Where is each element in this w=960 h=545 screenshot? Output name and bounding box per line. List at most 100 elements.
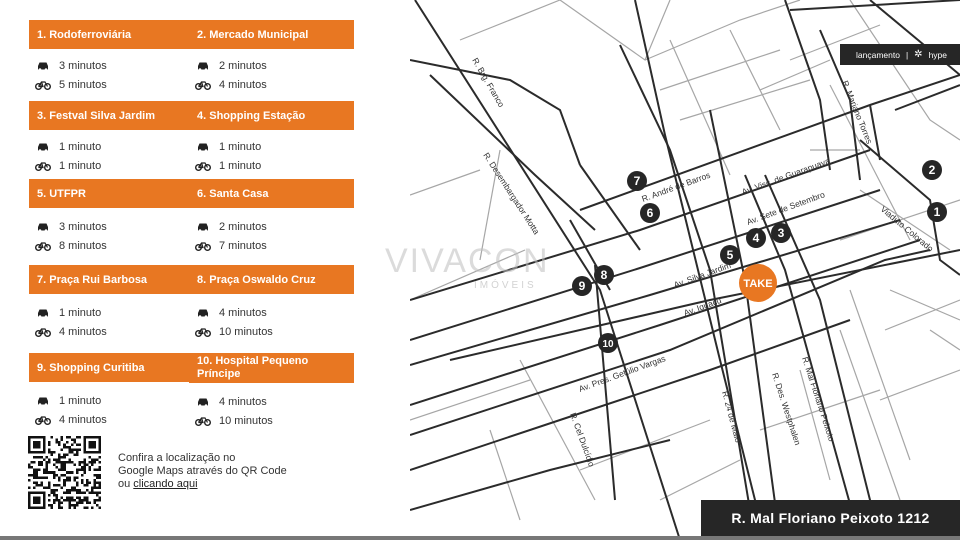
car-time-label: 1 minuto: [219, 140, 262, 153]
destination-card: 3. Festval Silva Jardim 1 minuto 1 minut…: [29, 101, 194, 175]
car-time: 4 minutos: [189, 303, 354, 322]
map-pin-4[interactable]: 4: [746, 228, 766, 248]
take-marker-label: TAKE: [743, 278, 772, 290]
car-time: 1 minuto: [29, 303, 194, 322]
bike-time-label: 1 minuto: [219, 159, 262, 172]
car-time: 2 minutos: [189, 56, 354, 75]
street-label: R. Des. Westphalen: [770, 372, 803, 447]
car-icon: [33, 307, 53, 319]
map-pin-1[interactable]: 1: [927, 202, 947, 222]
bike-time: 4 minutos: [29, 322, 194, 341]
maps-link[interactable]: clicando aqui: [133, 478, 197, 490]
street-label: R. Brg. Franco: [470, 56, 506, 109]
car-icon: [33, 60, 53, 72]
bike-time-label: 5 minutos: [59, 78, 107, 91]
destination-card: 2. Mercado Municipal 2 minutos 4 minutos: [189, 20, 354, 94]
card-title: 10. Hospital Pequeno Príncipe: [189, 353, 354, 383]
bike-time: 4 minutos: [189, 75, 354, 94]
map-pin-3[interactable]: 3: [771, 223, 791, 243]
bike-icon: [33, 326, 53, 338]
launch-label: lançamento: [856, 49, 900, 60]
car-time-label: 1 minuto: [59, 306, 102, 319]
destinations-panel: 1. Rodoferroviária 3 minutos 5 minutos 2…: [0, 0, 410, 540]
bike-icon: [33, 414, 53, 426]
launch-badge: lançamento | ✲ hype: [840, 44, 960, 65]
bike-time-label: 4 minutos: [59, 413, 107, 426]
car-time: 4 minutos: [189, 392, 354, 411]
bike-icon: [193, 240, 213, 252]
car-time-label: 3 minutos: [59, 59, 107, 72]
destination-card: 8. Praça Oswaldo Cruz 4 minutos 10 minut…: [189, 265, 354, 341]
map-pin-2[interactable]: 2: [922, 160, 942, 180]
destination-card: 7. Praça Rui Barbosa 1 minuto 4 minutos: [29, 265, 194, 341]
car-time: 1 minuto: [29, 137, 194, 156]
street-label: R. Mariano Torres: [840, 79, 875, 145]
take-marker[interactable]: TAKE: [739, 264, 777, 302]
watermark-sub: IMÓVEIS: [474, 280, 537, 291]
destination-card: 9. Shopping Curitiba 1 minuto 4 minutos: [29, 353, 194, 429]
car-icon: [193, 221, 213, 233]
car-time-label: 4 minutos: [219, 395, 267, 408]
map-pin-10[interactable]: 10: [598, 333, 618, 353]
car-time: 1 minuto: [29, 391, 194, 410]
bike-icon: [33, 160, 53, 172]
card-title: 3. Festval Silva Jardim: [29, 101, 194, 130]
street-label: R. 24 de Maio: [720, 390, 743, 444]
card-title: 8. Praça Oswaldo Cruz: [189, 265, 354, 294]
destination-card: 10. Hospital Pequeno Príncipe 4 minutos …: [189, 353, 354, 430]
bike-time-label: 10 minutos: [219, 325, 273, 338]
qr-caption-line1: Confira a localização no: [118, 452, 236, 464]
bike-icon: [33, 79, 53, 91]
car-icon: [193, 60, 213, 72]
bike-icon: [193, 415, 213, 427]
bike-time: 7 minutos: [189, 236, 354, 255]
street-label: R. Cel Dulcídio: [568, 411, 597, 468]
bike-icon: [193, 160, 213, 172]
bike-time: 1 minuto: [189, 156, 354, 175]
bike-time: 10 minutos: [189, 411, 354, 430]
car-icon: [193, 396, 213, 408]
card-title: 6. Santa Casa: [189, 179, 354, 208]
car-time: 2 minutos: [189, 217, 354, 236]
qr-code[interactable]: [28, 436, 101, 509]
map-pin-label: 2: [929, 163, 936, 177]
map-pin-label: 1: [934, 205, 941, 219]
map-pin-7[interactable]: 7: [627, 171, 647, 191]
map-pin-label: 5: [727, 248, 734, 262]
bike-time: 5 minutos: [29, 75, 194, 94]
bike-time-label: 10 minutos: [219, 414, 273, 427]
car-time-label: 3 minutos: [59, 220, 107, 233]
car-icon: [33, 395, 53, 407]
car-time-label: 1 minuto: [59, 394, 102, 407]
car-icon: [33, 141, 53, 153]
car-time: 1 minuto: [189, 137, 354, 156]
bike-time-label: 8 minutos: [59, 239, 107, 252]
qr-caption-prefix: ou: [118, 478, 134, 490]
destination-card: 4. Shopping Estação 1 minuto 1 minuto: [189, 101, 354, 175]
hype-logo-icon: ✲: [914, 49, 923, 60]
car-time-label: 2 minutos: [219, 220, 267, 233]
map-pin-label: 4: [753, 231, 760, 245]
map-pin-8[interactable]: 8: [594, 265, 614, 285]
bike-time-label: 1 minuto: [59, 159, 102, 172]
map-pin-9[interactable]: 9: [572, 276, 592, 296]
brand-label: hype: [928, 49, 947, 60]
bike-time-label: 4 minutos: [219, 78, 267, 91]
bike-time-label: 4 minutos: [59, 325, 107, 338]
street-label: R. Mal Floriano Peixoto: [800, 356, 837, 443]
destination-card: 5. UTFPR 3 minutos 8 minutos: [29, 179, 194, 255]
card-title: 5. UTFPR: [29, 179, 194, 208]
car-time-label: 4 minutos: [219, 306, 267, 319]
bike-time-label: 7 minutos: [219, 239, 267, 252]
map-pin-5[interactable]: 5: [720, 245, 740, 265]
card-title: 7. Praça Rui Barbosa: [29, 265, 194, 294]
card-title: 9. Shopping Curitiba: [29, 353, 194, 382]
destination-card: 6. Santa Casa 2 minutos 7 minutos: [189, 179, 354, 255]
bike-time: 1 minuto: [29, 156, 194, 175]
map-pin-label: 8: [601, 268, 608, 282]
map-pin-6[interactable]: 6: [640, 203, 660, 223]
launch-separator: |: [905, 49, 909, 60]
bottom-divider: [0, 536, 960, 540]
street-label: R. Desembargador Motta: [481, 151, 542, 237]
address-banner: R. Mal Floriano Peixoto 1212: [701, 500, 960, 536]
